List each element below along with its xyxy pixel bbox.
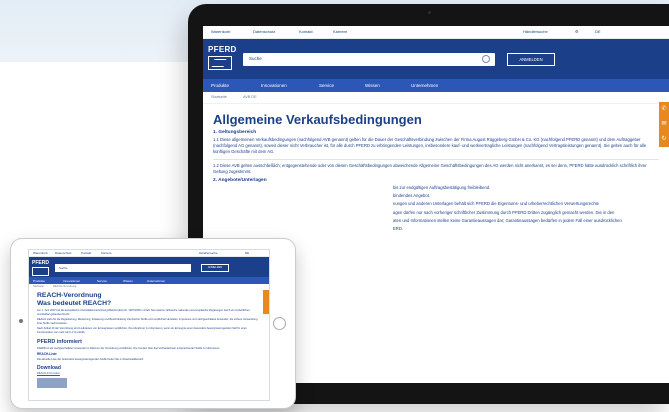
- tablet-login-label: ANMELDEN: [207, 266, 223, 269]
- utility-link-kontakt[interactable]: Kontakt: [299, 29, 313, 34]
- section-heading-2: 2. Angebote/Unterlagen: [213, 178, 267, 184]
- tablet-utility-bar: Warenkorb Datenschutz Kontakt Karriere H…: [29, 250, 269, 257]
- phone-icon[interactable]: ✆: [659, 102, 669, 117]
- site-header: PFERD Suche ANMELDEN: [203, 39, 669, 79]
- tablet-paragraph-3: Nach Artikel 33 der Verordnung sind Lief…: [37, 327, 247, 334]
- paragraph-1-1: 1.1 Diese allgemeinen Verkaufsbedingunge…: [213, 137, 647, 155]
- gear-icon[interactable]: ⚙: [575, 29, 579, 34]
- utility-link-haendlersuche[interactable]: Händlersuche: [523, 29, 548, 34]
- tablet-breadcrumb-home[interactable]: Startseite: [33, 285, 44, 288]
- tablet-logo-mark: [32, 267, 49, 276]
- utility-link-karriere[interactable]: Karriere: [333, 29, 347, 34]
- breadcrumb-home[interactable]: Startseite: [211, 95, 227, 99]
- tablet-download-heading: Download: [37, 364, 61, 371]
- tablet-screen: Warenkorb Datenschutz Kontakt Karriere H…: [28, 249, 270, 401]
- paragraph-2-3: nungen und anderen Unterlagen behält sic…: [393, 201, 600, 207]
- tablet-utility-haendlersuche[interactable]: Händlersuche: [199, 251, 218, 255]
- tablet-device: Warenkorb Datenschutz Kontakt Karriere H…: [10, 238, 296, 409]
- logo-mark: [208, 56, 232, 70]
- section-heading-1: 1. Geltungsbereich: [213, 130, 257, 135]
- tablet-main-navigation: Produkte Innovationen Service Wissen Unt…: [29, 277, 269, 284]
- breadcrumb: Startseite AVB DE: [203, 92, 669, 104]
- tablet-subheading: REACH-Liste: [37, 352, 57, 357]
- paragraph-2-6: ERD.: [393, 226, 404, 232]
- paragraph-1-2: 1.2 Diese AVB gelten ausschließlich; ent…: [213, 162, 647, 174]
- tablet-paragraph-5: Die aktuelle Liste der besonders besorgn…: [37, 358, 144, 362]
- tablet-logo-text: PFERD: [32, 260, 49, 266]
- tablet-section-heading: PFERD informiert: [37, 338, 82, 345]
- side-action-bar: ✆ ✉ ↻: [659, 102, 669, 147]
- utility-link-warenkorb[interactable]: Warenkorb: [211, 29, 230, 34]
- logo-text: PFERD: [208, 45, 237, 54]
- tablet-page-subtitle: Was bedeutet REACH?: [37, 300, 112, 307]
- monitor-camera: [428, 11, 431, 14]
- divider: [213, 158, 659, 160]
- page-content: Allgemeine Verkaufsbedingungen 1. Geltun…: [203, 104, 669, 232]
- tablet-login-button[interactable]: ANMELDEN: [201, 264, 229, 272]
- nav-item-unternehmen[interactable]: Unternehmen: [411, 83, 438, 88]
- search-placeholder: Suche: [249, 56, 262, 61]
- login-label: ANMELDEN: [519, 57, 543, 62]
- tablet-camera: [19, 319, 23, 323]
- paragraph-2-5: aten und Informationen stellen keine Gar…: [393, 217, 622, 223]
- utility-bar: Warenkorb Datenschutz Kontakt Karriere H…: [203, 26, 669, 39]
- mail-icon[interactable]: ✉: [659, 117, 669, 132]
- paragraph-2-4: agen dürfen nur nach vorheriger schriftl…: [393, 209, 615, 215]
- tablet-utility-datenschutz[interactable]: Datenschutz: [55, 251, 72, 255]
- nav-item-produkte[interactable]: Produkte: [211, 83, 229, 88]
- search-input[interactable]: Suche: [243, 53, 495, 66]
- tablet-nav-service[interactable]: Service: [97, 279, 107, 283]
- tablet-nav-produkte[interactable]: Produkte: [33, 279, 45, 283]
- breadcrumb-current: AVB DE: [243, 95, 257, 99]
- tablet-breadcrumb-current: REACH-Verordnung: [53, 285, 77, 288]
- search-icon[interactable]: [482, 55, 490, 63]
- tablet-nav-innovationen[interactable]: Innovationen: [63, 279, 80, 283]
- tablet-pferd-logo[interactable]: PFERD: [32, 260, 49, 276]
- paragraph-2-1: bis zur endgültigen Auftragsbestätigung …: [393, 185, 491, 191]
- tablet-download-thumbnail[interactable]: [37, 377, 67, 388]
- tablet-nav-unternehmen[interactable]: Unternehmen: [147, 279, 165, 283]
- tablet-home-button[interactable]: [273, 317, 286, 330]
- nav-item-wissen[interactable]: Wissen: [365, 83, 380, 88]
- language-select[interactable]: DE: [595, 29, 601, 34]
- tablet-side-action-bar[interactable]: [263, 290, 269, 314]
- login-button[interactable]: ANMELDEN: [507, 53, 555, 66]
- tablet-breadcrumb: Startseite REACH-Verordnung: [29, 284, 269, 290]
- utility-link-datenschutz[interactable]: Datenschutz: [253, 29, 275, 34]
- tablet-language-select[interactable]: DE: [245, 251, 249, 255]
- tablet-nav-wissen[interactable]: Wissen: [123, 279, 133, 283]
- nav-item-innovationen[interactable]: Innovationen: [261, 83, 287, 88]
- tablet-page-content: REACH-Verordnung Was bedeutet REACH? Am …: [29, 290, 269, 388]
- tablet-utility-karriere[interactable]: Karriere: [101, 251, 112, 255]
- tablet-paragraph-4: PFERD ist als nachgeschalteter Anwender …: [37, 346, 221, 350]
- share-icon[interactable]: ↻: [659, 132, 669, 147]
- tablet-download-link[interactable]: REACH-Information: [37, 372, 263, 375]
- tablet-paragraph-2: REACH steht für die Registrierung, Bewer…: [37, 318, 258, 325]
- main-navigation: Produkte Innovationen Service Wissen Unt…: [203, 79, 669, 92]
- tablet-page-title: REACH-Verordnung: [37, 292, 102, 299]
- tablet-search-placeholder: Suche: [59, 266, 68, 270]
- tablet-utility-warenkorb[interactable]: Warenkorb: [33, 251, 48, 255]
- tablet-utility-kontakt[interactable]: Kontakt: [81, 251, 91, 255]
- nav-item-service[interactable]: Service: [319, 83, 334, 88]
- paragraph-2-2: bindendes Angebot.: [393, 193, 431, 199]
- tablet-search-input[interactable]: Suche: [55, 264, 191, 272]
- tablet-site-header: PFERD Suche ANMELDEN: [29, 257, 269, 277]
- tablet-paragraph-1: Am 1. Juni 2007 trat die Europäische Che…: [37, 309, 251, 316]
- page-title: Allgemeine Verkaufsbedingungen: [213, 112, 422, 127]
- pferd-logo[interactable]: PFERD: [208, 45, 237, 70]
